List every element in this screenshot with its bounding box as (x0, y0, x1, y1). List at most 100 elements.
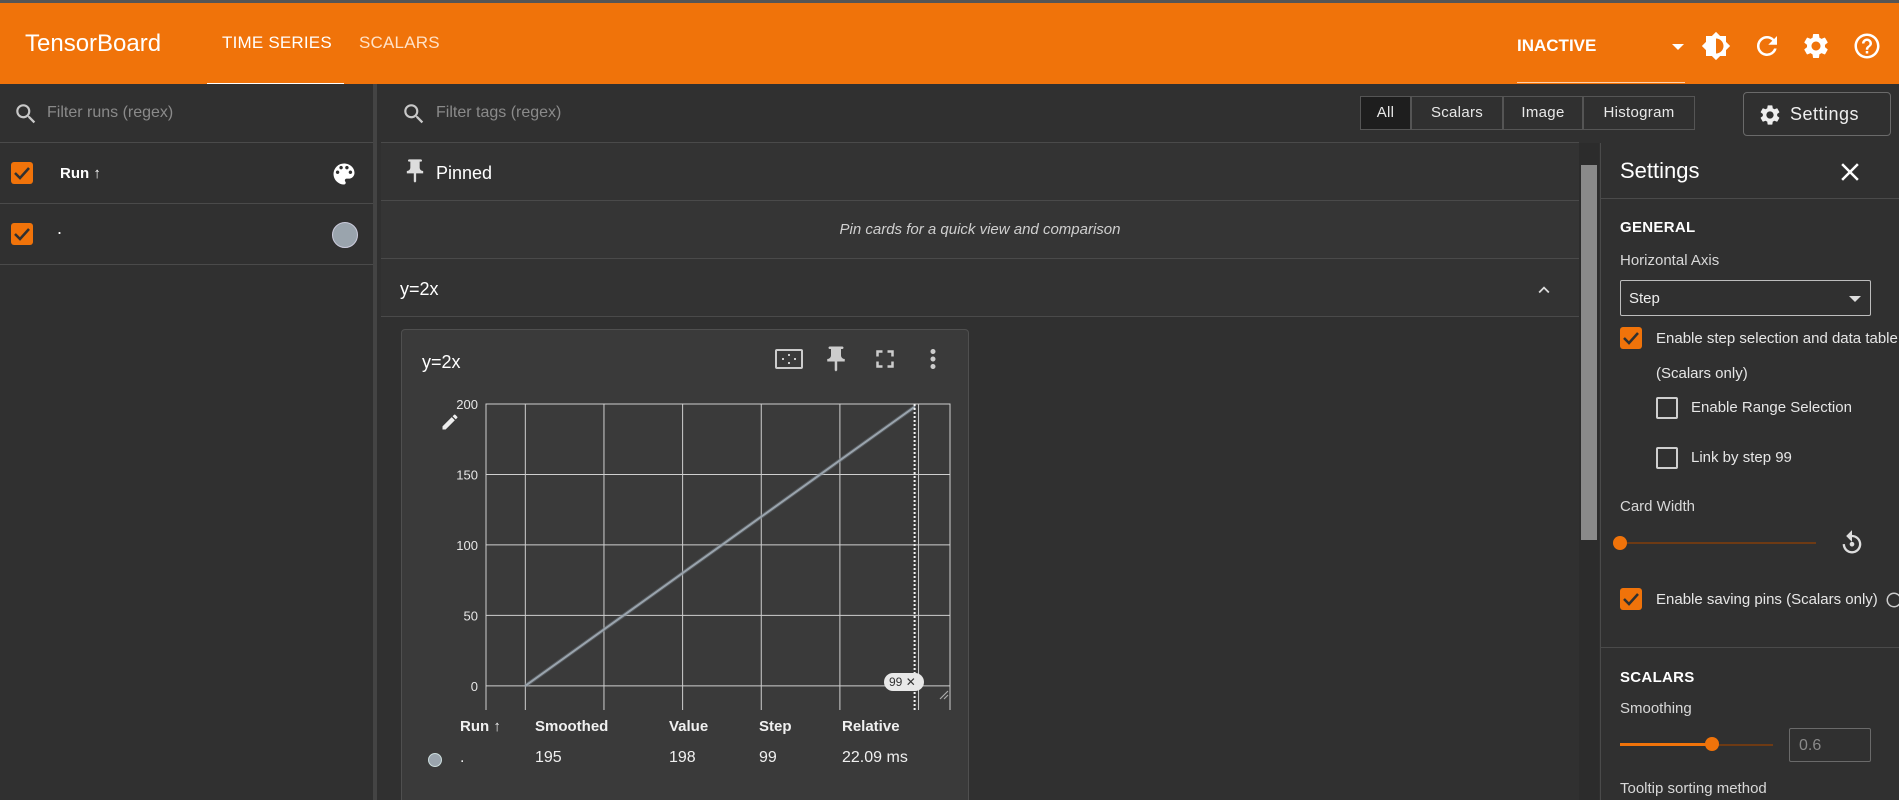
search-icon (404, 104, 424, 124)
reset-icon[interactable] (1838, 529, 1866, 557)
palette-icon[interactable] (330, 160, 358, 188)
runs-table-header: Run ↑ (0, 143, 373, 204)
saving-pins-checkbox[interactable] (1620, 588, 1642, 610)
divider (1601, 647, 1899, 648)
saving-pins-label: Enable saving pins (Scalars only) (1656, 591, 1878, 608)
step-selection-checkbox[interactable] (1620, 327, 1642, 349)
dt-header-relative[interactable]: Relative (842, 718, 900, 735)
range-selection-checkbox[interactable] (1656, 397, 1678, 419)
series-point (642, 600, 645, 603)
card-title: y=2x (422, 352, 461, 372)
range-selection-label: Enable Range Selection (1691, 399, 1852, 416)
runs-panel: Filter runs (regex) Run ↑ . (0, 84, 377, 800)
pinned-section-header: Pinned (381, 143, 1579, 201)
brightness-icon[interactable] (1701, 31, 1731, 61)
filter-scalars-button[interactable]: Scalars (1411, 96, 1503, 130)
smoothing-slider-thumb[interactable] (1704, 737, 1719, 751)
dt-smoothed: 195 (535, 749, 562, 766)
pin-icon (406, 159, 424, 183)
tag-filter[interactable]: Filter tags (regex) All Scalars Image Hi… (381, 84, 1695, 143)
main-panel: Filter tags (regex) All Scalars Image Hi… (381, 84, 1695, 800)
resize-handle-icon[interactable] (937, 688, 949, 700)
step-badge-value: 99 (889, 675, 903, 689)
smoothing-input[interactable]: 0.6 (1789, 728, 1871, 762)
app-brand: TensorBoard (25, 30, 162, 57)
card-width-slider-track[interactable] (1620, 542, 1816, 544)
series-point (799, 487, 802, 490)
tab-time-series[interactable]: TIME SERIES (222, 33, 332, 53)
run-column-header[interactable]: Run ↑ (60, 165, 101, 182)
dt-header-smoothed[interactable]: Smoothed (535, 718, 608, 735)
dt-value: 198 (669, 749, 696, 766)
plugin-select[interactable]: INACTIVE (1517, 33, 1685, 83)
tab-scalars[interactable]: SCALARS (359, 33, 440, 53)
series-point (721, 544, 723, 546)
settings-button[interactable]: Settings (1743, 92, 1891, 136)
pin-card-icon[interactable] (821, 344, 851, 374)
close-icon[interactable]: ✕ (902, 675, 916, 689)
dt-header-value[interactable]: Value (669, 718, 708, 735)
runs-filter-placeholder: Filter runs (regex) (47, 104, 174, 121)
edit-icon[interactable] (440, 412, 460, 432)
select-all-checkbox[interactable] (11, 162, 33, 184)
dt-relative: 22.09 ms (842, 749, 908, 766)
divider (1601, 198, 1899, 199)
series-point (839, 459, 841, 462)
series-point (913, 406, 916, 408)
card-group-header[interactable]: y=2x (381, 259, 1579, 317)
chevron-up-icon[interactable] (1533, 279, 1555, 301)
card-width-slider-thumb[interactable] (1613, 536, 1627, 550)
series-point (603, 628, 605, 631)
pinned-empty-message: Pin cards for a quick view and compariso… (839, 221, 1121, 238)
filter-histogram-button[interactable]: Histogram (1583, 96, 1695, 130)
scalars-only-note: (Scalars only) (1656, 365, 1748, 382)
main-scrollbar[interactable] (1579, 143, 1599, 800)
settings-panel: Settings GENERAL Horizontal Axis Step En… (1600, 143, 1899, 800)
settings-button-label: Settings (1790, 104, 1860, 124)
top-app-bar: TensorBoard TIME SERIES SCALARS INACTIVE (0, 0, 1899, 85)
dt-header-step[interactable]: Step (759, 718, 792, 735)
fit-domain-icon[interactable] (774, 344, 804, 374)
horizontal-axis-value: Step (1629, 290, 1660, 307)
chevron-down-icon (1849, 296, 1861, 302)
card-group-title: y=2x (400, 279, 439, 299)
smoothing-label: Smoothing (1620, 700, 1692, 717)
plugin-select-value: INACTIVE (1517, 36, 1597, 55)
y-tick-label: 0 (471, 679, 478, 694)
tooltip-sort-label: Tooltip sorting method (1620, 780, 1767, 797)
dt-header-run[interactable]: Run ↑ (460, 718, 501, 735)
filter-all-button[interactable]: All (1360, 96, 1411, 130)
horizontal-axis-select[interactable]: Step (1620, 280, 1871, 316)
y-tick-label: 50 (464, 608, 478, 623)
scalar-card: y=2x 020406080050100150200 99 ✕ (401, 329, 969, 800)
search-icon (16, 104, 36, 124)
close-icon[interactable] (1835, 157, 1865, 187)
filter-image-button[interactable]: Image (1503, 96, 1583, 130)
pinned-title: Pinned (436, 163, 493, 183)
series-point (760, 515, 763, 518)
card-width-label: Card Width (1620, 498, 1696, 515)
runs-filter[interactable]: Filter runs (regex) (0, 84, 373, 143)
run-row: . (0, 204, 373, 265)
y-tick-label: 100 (456, 538, 478, 553)
dt-step: 99 (759, 749, 777, 766)
more-vert-icon[interactable] (918, 344, 948, 374)
fullscreen-icon[interactable] (870, 344, 900, 374)
scalars-section-title: SCALARS (1620, 669, 1695, 686)
gear-icon[interactable] (1801, 31, 1831, 61)
smoothing-input-value: 0.6 (1799, 737, 1822, 754)
line-chart[interactable]: 020406080050100150200 (402, 380, 970, 710)
help-icon[interactable] (1852, 31, 1882, 61)
refresh-icon[interactable] (1752, 31, 1782, 61)
horizontal-axis-label: Horizontal Axis (1620, 252, 1720, 269)
run-checkbox[interactable] (11, 223, 33, 245)
series-point (563, 656, 566, 659)
step-selector-badge[interactable]: 99 ✕ (884, 673, 924, 691)
general-section-title: GENERAL (1620, 219, 1696, 236)
info-icon[interactable] (1885, 591, 1899, 609)
link-by-step-checkbox[interactable] (1656, 447, 1678, 469)
gear-icon (1760, 105, 1780, 125)
run-color-swatch[interactable] (332, 222, 358, 248)
step-selection-label: Enable step selection and data table (1656, 330, 1898, 347)
scrollbar-thumb[interactable] (1581, 165, 1597, 540)
